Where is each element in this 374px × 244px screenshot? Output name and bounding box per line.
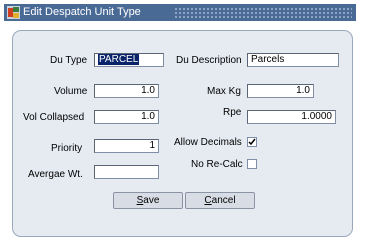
priority-label: Priority bbox=[51, 143, 83, 154]
du-type-value: PARCEL bbox=[98, 54, 140, 65]
max-kg-label: Max Kg bbox=[207, 86, 241, 97]
cancel-label: ancel bbox=[211, 195, 236, 206]
avergae-wt-label: Avergae Wt. bbox=[28, 169, 83, 180]
priority-field[interactable]: 1 bbox=[94, 139, 159, 153]
volume-field[interactable]: 1.0 bbox=[94, 84, 159, 98]
du-description-label: Du Description bbox=[176, 55, 242, 66]
du-type-label: Du Type bbox=[50, 55, 88, 66]
avergae-wt-field[interactable] bbox=[94, 165, 159, 179]
window-title: Edit Despatch Unit Type bbox=[23, 6, 141, 18]
save-button[interactable]: Save bbox=[113, 192, 183, 209]
vol-collapsed-field[interactable]: 1.0 bbox=[94, 110, 159, 124]
no-recalc-label: No Re-Calc bbox=[191, 159, 243, 170]
cancel-button[interactable]: Cancel bbox=[185, 192, 255, 209]
max-kg-field[interactable]: 1.0 bbox=[247, 84, 314, 98]
no-recalc-checkbox[interactable] bbox=[247, 159, 257, 169]
title-bar[interactable]: Edit Despatch Unit Type bbox=[4, 4, 356, 21]
volume-label: Volume bbox=[54, 86, 88, 97]
cancel-mnemonic: C bbox=[204, 195, 212, 206]
rpe-field[interactable]: 1.0000 bbox=[247, 110, 336, 124]
du-description-field[interactable]: Parcels bbox=[247, 53, 339, 67]
rpe-label: Rpe bbox=[223, 107, 242, 118]
dialog-window: Edit Despatch Unit Type Du Type PARCEL D… bbox=[4, 4, 356, 237]
title-bar-pattern bbox=[174, 7, 352, 18]
allow-decimals-checkbox[interactable] bbox=[247, 137, 257, 147]
app-icon bbox=[7, 6, 20, 19]
save-label: ave bbox=[143, 195, 160, 206]
checkmark-icon bbox=[248, 138, 256, 146]
vol-collapsed-label: Vol Collapsed bbox=[23, 112, 85, 123]
allow-decimals-label: Allow Decimals bbox=[174, 137, 242, 148]
du-type-field[interactable]: PARCEL bbox=[94, 53, 164, 67]
